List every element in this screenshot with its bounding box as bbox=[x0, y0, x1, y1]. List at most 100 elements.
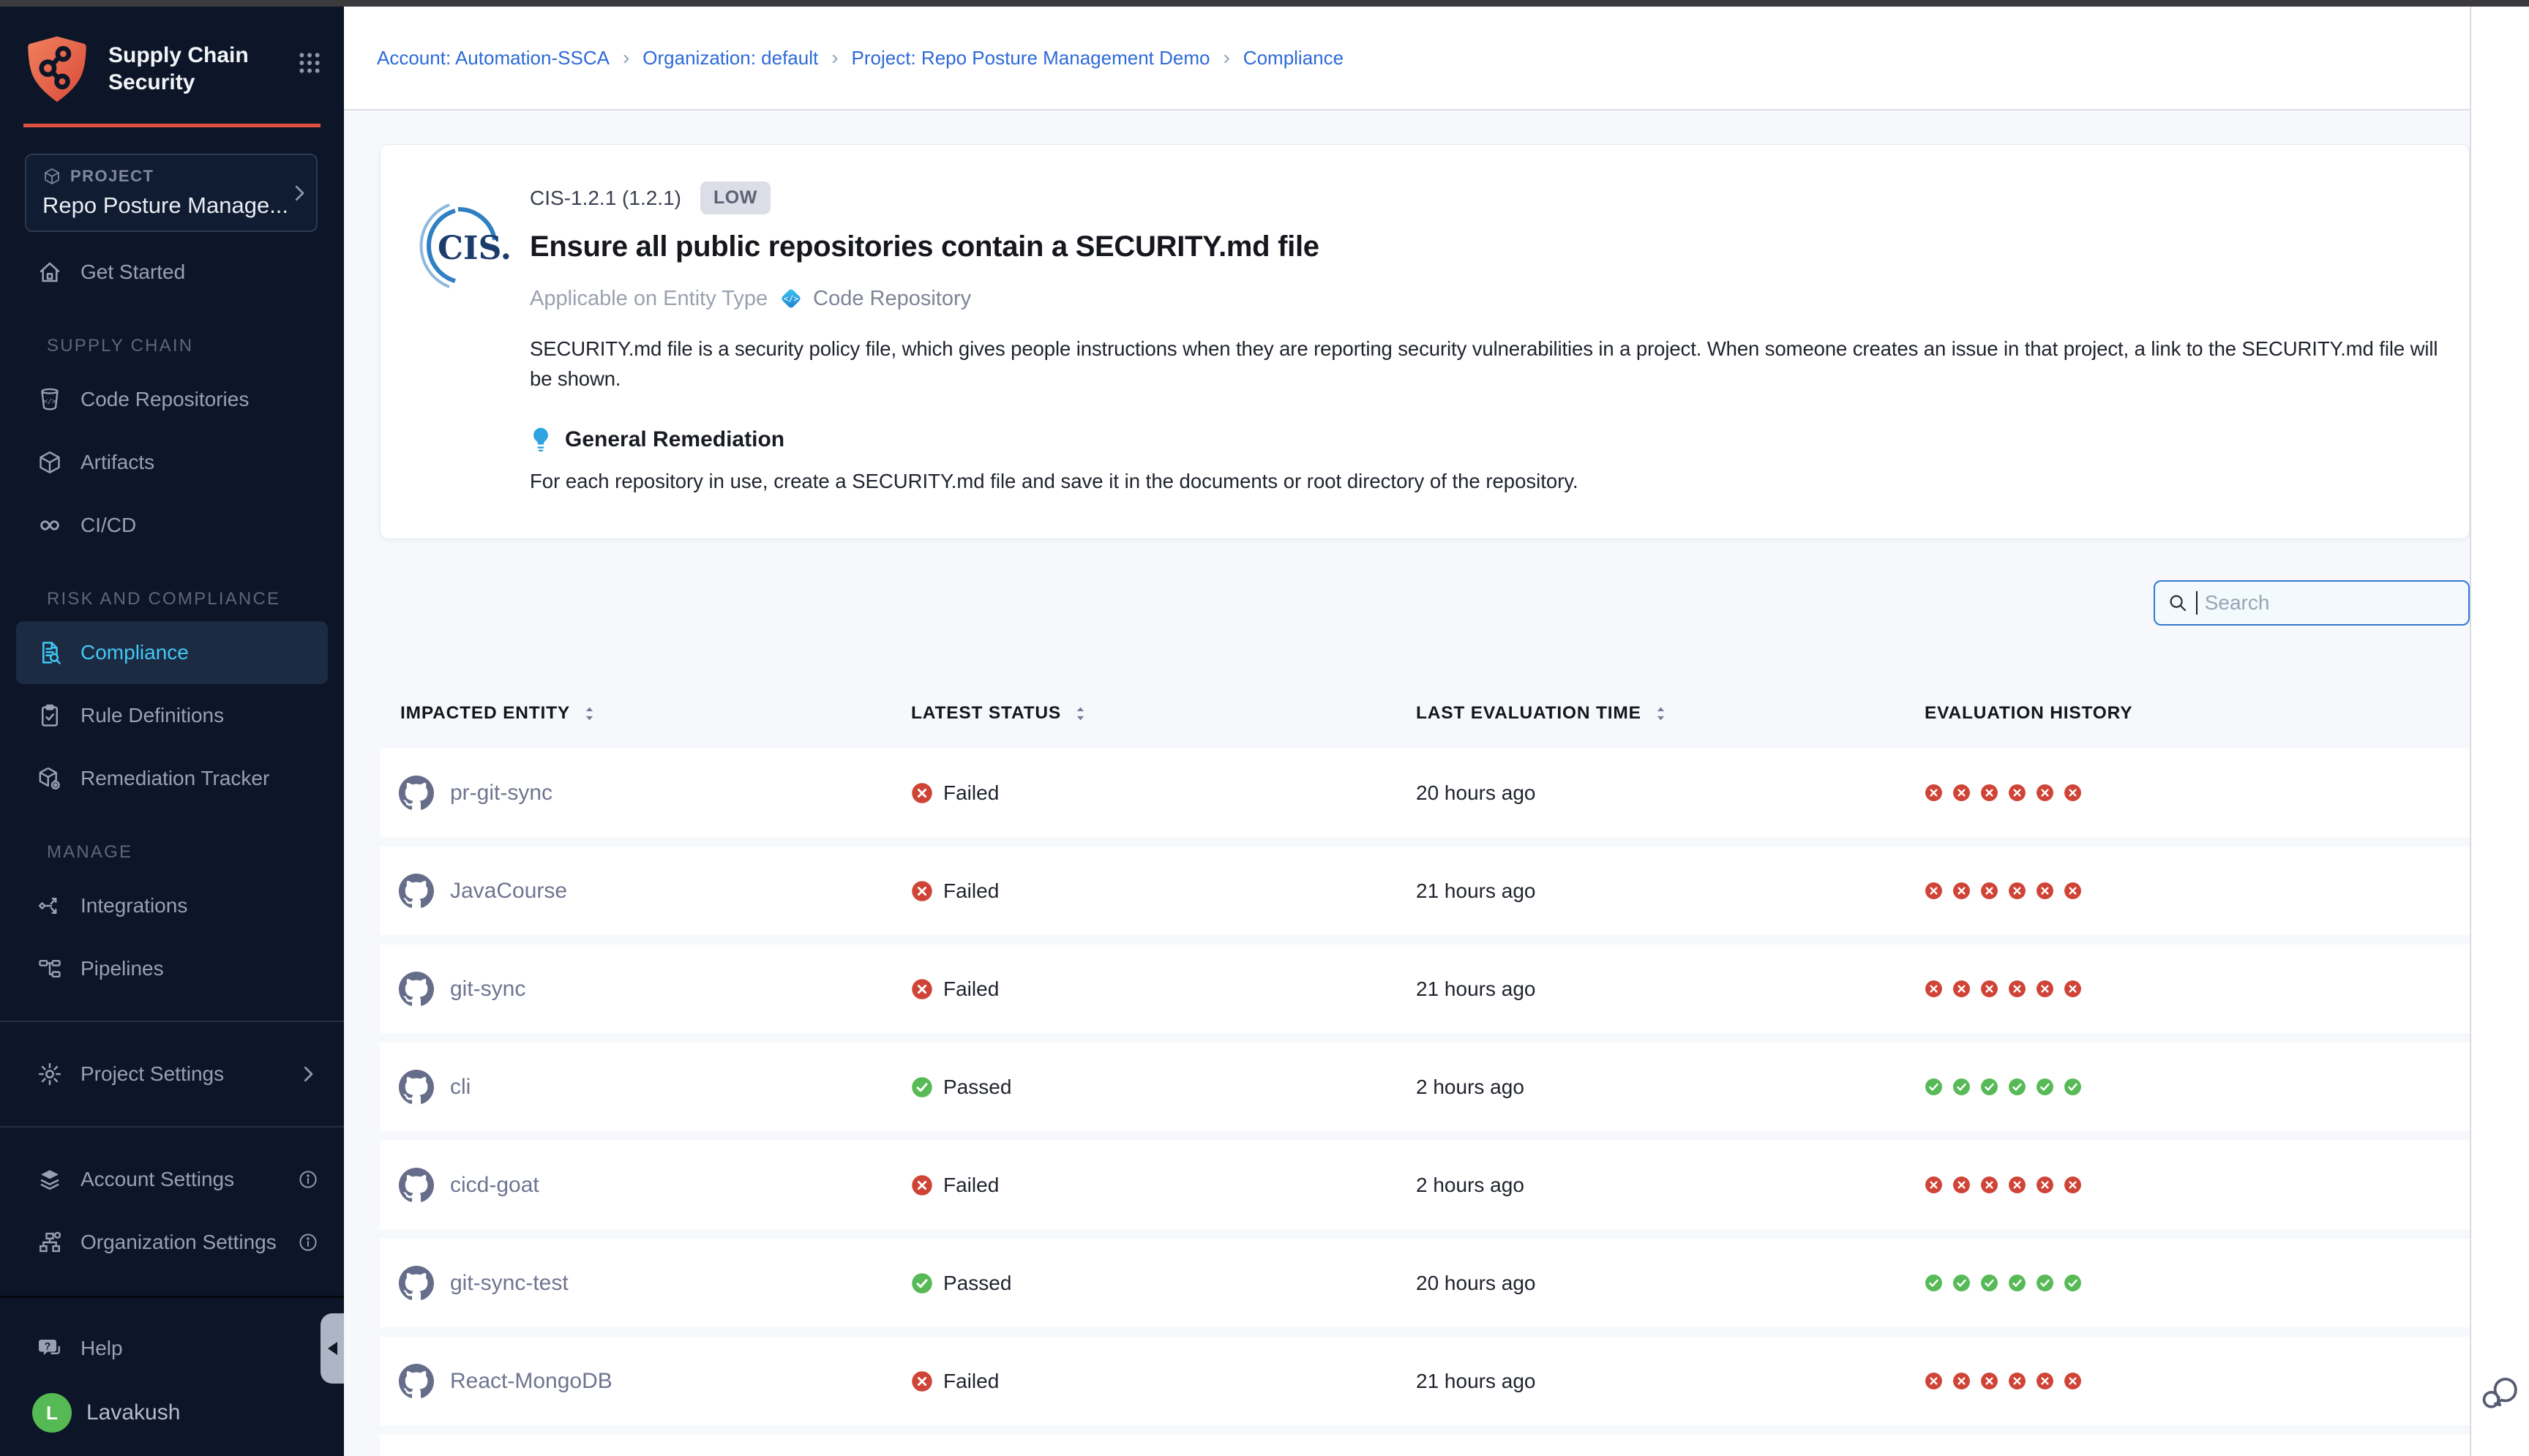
github-icon bbox=[399, 1364, 434, 1399]
sidebar-item-ci-cd[interactable]: CI/CD bbox=[0, 494, 344, 557]
passed-icon bbox=[1952, 1274, 1971, 1292]
status-cell: Failed bbox=[911, 781, 1416, 805]
support-chat-icon[interactable] bbox=[2481, 1376, 2520, 1415]
evaluation-history bbox=[1925, 1078, 2470, 1096]
failed-icon bbox=[2036, 1372, 2054, 1390]
failed-icon bbox=[1952, 1176, 1971, 1194]
failed-icon bbox=[1980, 1372, 1998, 1390]
pipelines-icon bbox=[37, 956, 63, 982]
failed-icon bbox=[2008, 980, 2026, 998]
main-area: Account: Automation-SSCA›Organization: d… bbox=[344, 7, 2470, 1456]
sidebar-section-supply-chain: SUPPLY CHAIN bbox=[0, 304, 344, 368]
table-row: React-MongoDBFailed21 hours ago bbox=[380, 1337, 2470, 1425]
app-title: Supply Chain Security bbox=[108, 34, 249, 96]
entity-name: git-sync bbox=[450, 977, 525, 1002]
sidebar-item-account-settings[interactable]: Account Settings bbox=[0, 1148, 344, 1211]
table-row: git-sync-testPassed20 hours ago bbox=[380, 1239, 2470, 1327]
infinity-icon bbox=[37, 512, 63, 539]
sidebar-item-rule-definitions[interactable]: Rule Definitions bbox=[0, 684, 344, 747]
column-header-evaluation-history: EVALUATION HISTORY bbox=[1925, 703, 2470, 724]
github-icon bbox=[399, 776, 434, 811]
failed-icon bbox=[911, 880, 933, 902]
sidebar-section-risk-and-compliance: RISK AND COMPLIANCE bbox=[0, 557, 344, 621]
sidebar-item-organization-settings[interactable]: Organization Settings bbox=[0, 1211, 344, 1274]
breadcrumb-link-2[interactable]: Project: Repo Posture Management Demo bbox=[852, 47, 1210, 70]
entity-cell[interactable]: JavaCourse bbox=[380, 874, 911, 909]
info-icon bbox=[297, 1168, 319, 1190]
sidebar-item-project-settings[interactable]: Project Settings bbox=[0, 1043, 344, 1106]
clipboard-check-icon bbox=[37, 702, 63, 729]
table-row: cicd-goatFailed2 hours ago bbox=[380, 1141, 2470, 1229]
breadcrumb-link-1[interactable]: Organization: default bbox=[642, 47, 818, 70]
app-switcher-icon[interactable] bbox=[297, 50, 322, 75]
search-icon bbox=[2167, 592, 2189, 614]
sidebar-item-help[interactable]: ?Help bbox=[0, 1317, 344, 1380]
breadcrumb-link-0[interactable]: Account: Automation-SSCA bbox=[377, 47, 610, 70]
sidebar-item-compliance[interactable]: Compliance bbox=[16, 621, 328, 684]
failed-icon bbox=[911, 1370, 933, 1392]
passed-icon bbox=[1925, 1274, 1943, 1292]
passed-icon bbox=[911, 1272, 933, 1294]
column-header-impacted-entity[interactable]: IMPACTED ENTITY bbox=[380, 703, 911, 724]
breadcrumb-link-3[interactable]: Compliance bbox=[1243, 47, 1344, 70]
entity-name: cli bbox=[450, 1075, 471, 1100]
entity-name: cicd-goat bbox=[450, 1173, 539, 1198]
status-label: Failed bbox=[943, 879, 999, 903]
sidebar-item-pipelines[interactable]: Pipelines bbox=[0, 937, 344, 1000]
status-label: Failed bbox=[943, 1174, 999, 1197]
status-label: Failed bbox=[943, 781, 999, 805]
sort-icon bbox=[1074, 705, 1087, 722]
project-selector[interactable]: PROJECT Repo Posture Manage... bbox=[25, 154, 318, 232]
failed-icon bbox=[1952, 784, 1971, 802]
column-label: LAST EVALUATION TIME bbox=[1416, 703, 1641, 724]
column-header-latest-status[interactable]: LATEST STATUS bbox=[911, 703, 1416, 724]
user-menu[interactable]: LLavakush bbox=[0, 1380, 344, 1446]
failed-icon bbox=[2064, 1372, 2082, 1390]
passed-icon bbox=[2036, 1078, 2054, 1096]
table-row: git-syncFailed21 hours ago bbox=[380, 945, 2470, 1033]
failed-icon bbox=[1925, 980, 1943, 998]
sidebar-item-code-repositories[interactable]: </>Code Repositories bbox=[0, 368, 344, 431]
svg-text:CIS.: CIS. bbox=[438, 230, 509, 267]
cube-icon bbox=[37, 449, 63, 476]
entity-type-chip[interactable]: </> Code Repository bbox=[778, 285, 971, 312]
failed-icon bbox=[2036, 882, 2054, 900]
last-evaluation-time: 21 hours ago bbox=[1416, 1370, 1925, 1393]
entity-name: git-sync-test bbox=[450, 1271, 569, 1296]
sidebar-item-get-started[interactable]: Get Started bbox=[0, 241, 344, 304]
status-cell: Failed bbox=[911, 879, 1416, 903]
entity-cell[interactable]: pr-git-sync bbox=[380, 776, 911, 811]
svg-text:?: ? bbox=[45, 1341, 51, 1353]
failed-icon bbox=[1980, 980, 1998, 998]
entity-cell[interactable]: React-MongoDB bbox=[380, 1364, 911, 1399]
entity-cell[interactable]: cli bbox=[380, 1070, 911, 1105]
layers-gear-icon bbox=[37, 1166, 63, 1193]
sidebar-item-integrations[interactable]: Integrations bbox=[0, 874, 344, 937]
entity-cell[interactable]: git-sync bbox=[380, 972, 911, 1007]
sidebar-item-label: Artifacts bbox=[80, 451, 154, 474]
breadcrumb: Account: Automation-SSCA›Organization: d… bbox=[377, 46, 1344, 70]
passed-icon bbox=[2008, 1274, 2026, 1292]
passed-icon bbox=[2036, 1274, 2054, 1292]
entity-cell[interactable]: git-sync-test bbox=[380, 1266, 911, 1301]
last-evaluation-time: 21 hours ago bbox=[1416, 879, 1925, 903]
sidebar-collapse-handle[interactable] bbox=[321, 1313, 344, 1384]
sidebar-item-remediation-tracker[interactable]: Remediation Tracker bbox=[0, 747, 344, 810]
search-input[interactable] bbox=[2205, 591, 2457, 615]
sidebar-item-artifacts[interactable]: Artifacts bbox=[0, 431, 344, 494]
failed-icon bbox=[2036, 980, 2054, 998]
info-icon bbox=[297, 1231, 319, 1253]
entity-cell[interactable]: cicd-goat bbox=[380, 1168, 911, 1203]
evaluation-history bbox=[1925, 882, 2470, 900]
severity-badge: LOW bbox=[700, 181, 771, 214]
user-name: Lavakush bbox=[86, 1400, 180, 1425]
sidebar-item-label: Rule Definitions bbox=[80, 704, 224, 727]
search-box[interactable] bbox=[2154, 580, 2470, 626]
gear-icon bbox=[37, 1061, 63, 1087]
github-icon bbox=[399, 1266, 434, 1301]
last-evaluation-time: 2 hours ago bbox=[1416, 1076, 1925, 1099]
entity-name: React-MongoDB bbox=[450, 1369, 612, 1394]
failed-icon bbox=[1925, 1176, 1943, 1194]
column-header-last-evaluation-time[interactable]: LAST EVALUATION TIME bbox=[1416, 703, 1925, 724]
svg-text:</>: </> bbox=[784, 294, 799, 304]
